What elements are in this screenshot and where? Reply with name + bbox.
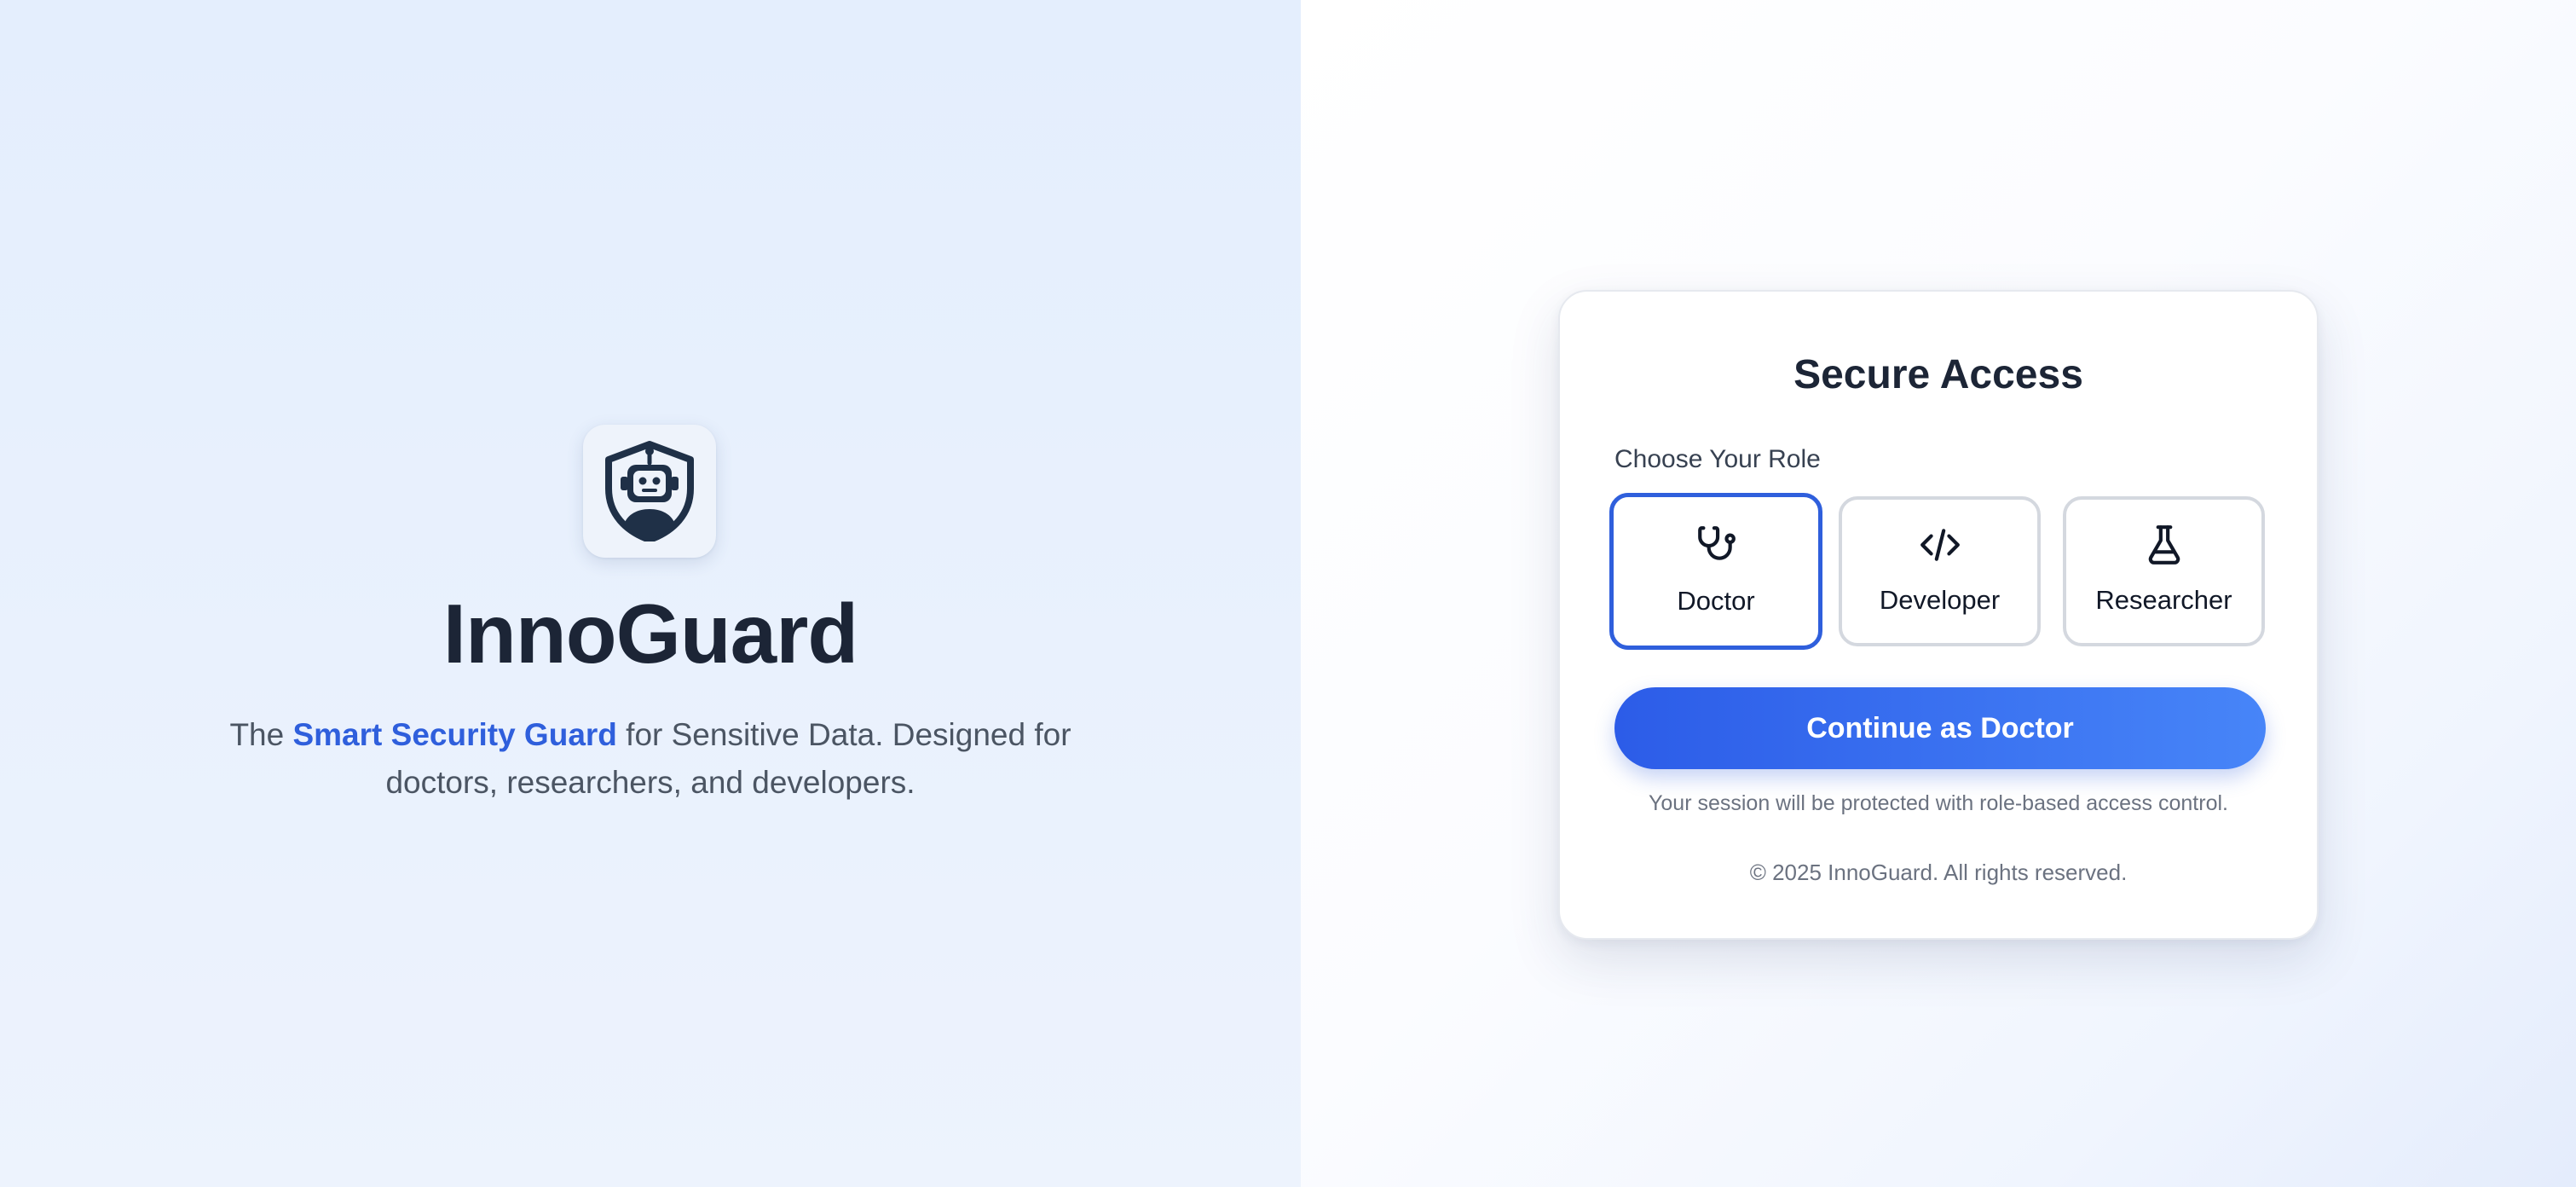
hero-panel: InnoGuard The Smart Security Guard for S… (0, 0, 1301, 1187)
tagline-highlight: Smart Security Guard (292, 717, 617, 752)
role-option-doctor[interactable]: Doctor (1609, 493, 1822, 650)
stethoscope-icon (1698, 526, 1736, 560)
copyright: © 2025 InnoGuard. All rights reserved. (1749, 860, 2128, 885)
login-card: Secure Access Choose Your Role Doctor De… (1558, 290, 2319, 940)
brand-title: InnoGuard (442, 587, 858, 680)
role-option-developer[interactable]: Developer (1839, 496, 2041, 646)
robot-shield-icon (605, 441, 694, 541)
flask-icon (2148, 525, 2180, 565)
role-label-researcher: Researcher (2095, 585, 2232, 615)
code-icon (1920, 529, 1960, 561)
logo (583, 425, 716, 558)
role-label: Choose Your Role (1614, 445, 1821, 473)
card-title: Secure Access (1793, 352, 2083, 397)
session-note: Your session will be protected with role… (1649, 791, 2228, 815)
tagline: The Smart Security Guard for Sensitive D… (224, 711, 1077, 807)
role-option-researcher[interactable]: Researcher (2063, 496, 2265, 646)
tagline-prefix: The (229, 717, 293, 752)
role-label-developer: Developer (1879, 585, 2001, 615)
role-label-doctor: Doctor (1677, 586, 1755, 616)
continue-button[interactable]: Continue as Doctor (1614, 687, 2266, 769)
